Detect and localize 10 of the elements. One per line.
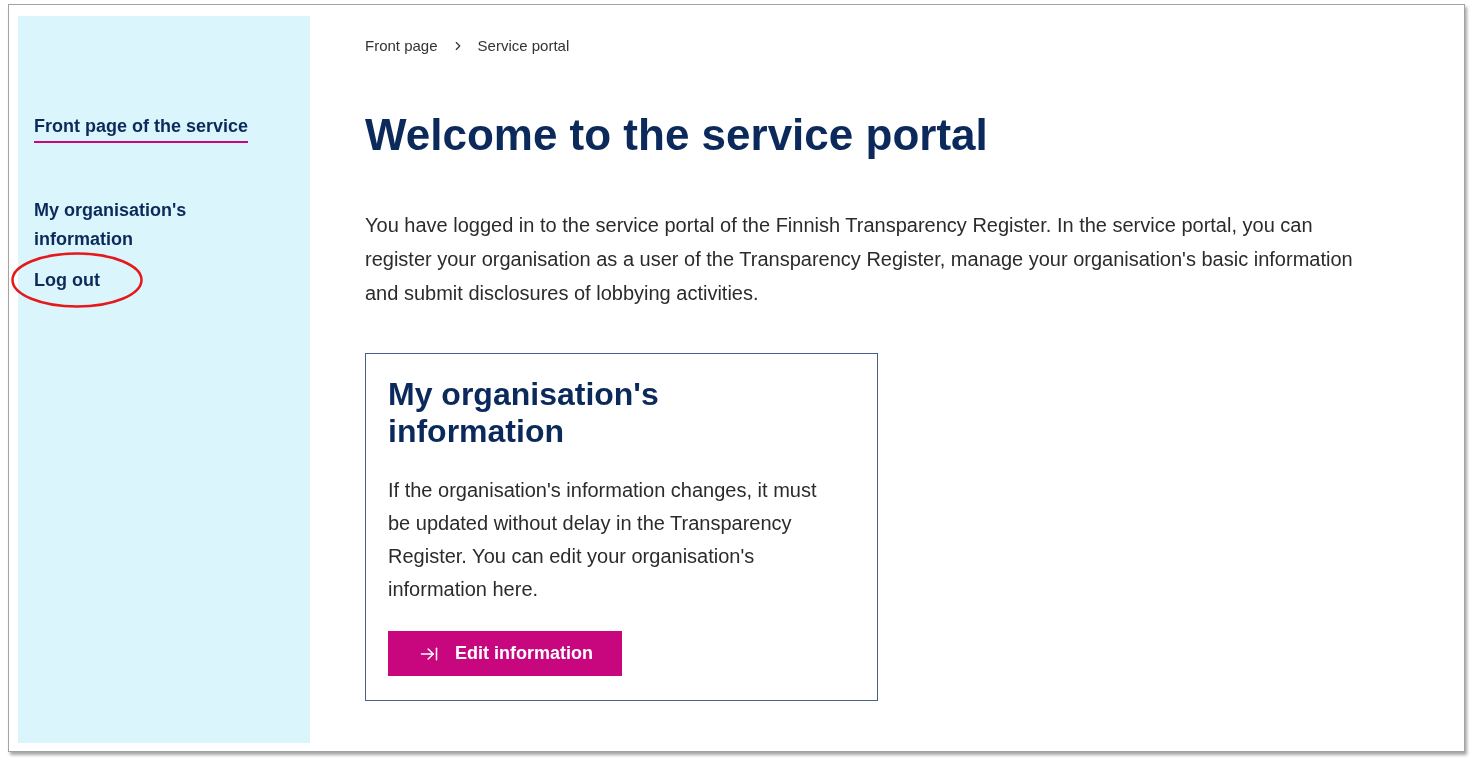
edit-information-button[interactable]: Edit information — [388, 631, 622, 676]
page-title: Welcome to the service portal — [365, 110, 988, 160]
card-title: My organisation's information — [388, 376, 660, 450]
nav-link[interactable]: Log out — [34, 266, 234, 295]
card-text: If the organisation's information changes, it must be updated without delay in the Transparency Register. You can edit your organisation's information here. — [388, 478, 818, 602]
intro-paragraph: You have logged in to the service portal of the Finnish Transparency Register. In the service portal, you can register your organisation as a user of the Transparency Register, manage your organisation's basic information and submit disclosures of lobbying activities. — [365, 213, 1354, 306]
nav-link[interactable]: My organisation's information — [34, 196, 234, 254]
breadcrumb-link[interactable]: Front page — [365, 36, 438, 56]
current-page-label: Service portal — [477, 36, 570, 56]
nav-link[interactable]: Front page of the service — [34, 112, 249, 143]
